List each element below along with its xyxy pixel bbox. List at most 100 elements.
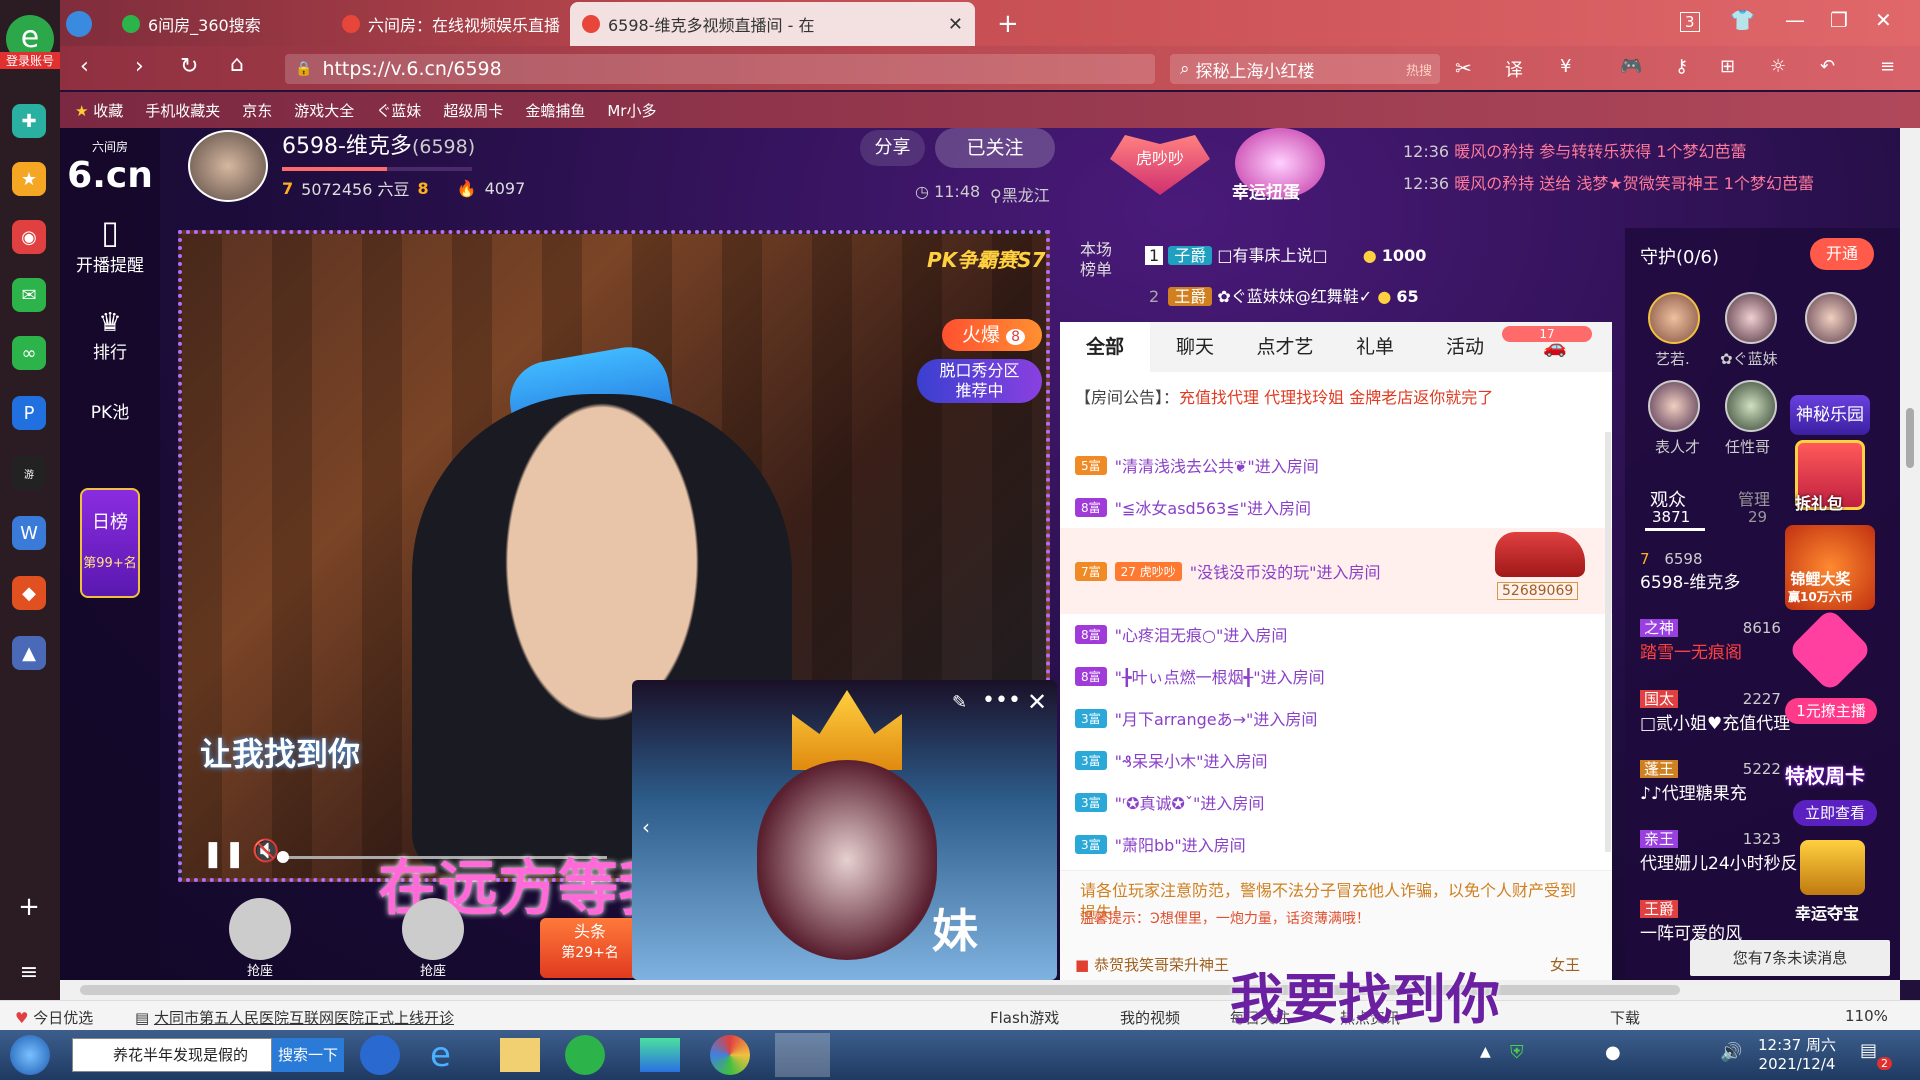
chat-message[interactable]: 7富 27 虎吵吵 "没钱没币没的玩"进入房间: [1075, 559, 1380, 583]
volume-icon[interactable]: 🔊: [1720, 1042, 1742, 1063]
mini-player[interactable]: 妹 ✎ ••• ✕ ‹: [632, 680, 1057, 980]
promo-koi[interactable]: 锦鲤大奖 赢10万六币: [1788, 570, 1853, 606]
page-scrollbar[interactable]: [1900, 128, 1920, 980]
penguin-icon[interactable]: ●: [1605, 1042, 1621, 1063]
toutiao-badge[interactable]: 头条 第29+名: [540, 918, 640, 978]
site-logo[interactable]: 六间房 6.cn: [60, 138, 160, 196]
chat-message[interactable]: 3富 "月下arrangeあ→"进入房间: [1075, 706, 1317, 730]
guard-avatar[interactable]: [1648, 380, 1700, 432]
guard-avatar[interactable]: [1725, 380, 1777, 432]
scissors-icon[interactable]: ✂: [1455, 56, 1472, 80]
guard-avatar[interactable]: [1805, 292, 1857, 344]
back-icon[interactable]: ‹: [80, 54, 89, 79]
nav-ranking[interactable]: ♛ 排行: [60, 308, 160, 363]
guard-avatar[interactable]: [1648, 292, 1700, 344]
today-picks[interactable]: ♥ 今日优选: [15, 1007, 93, 1028]
promo-gift[interactable]: 拆礼包: [1795, 490, 1843, 514]
follow-button[interactable]: 已关注: [935, 128, 1055, 168]
shirt-icon[interactable]: 👕: [1730, 8, 1755, 32]
chat-message[interactable]: 8富 "心疼泪无痕○"进入房间: [1075, 622, 1287, 646]
browser-taskbar-icon[interactable]: [565, 1035, 605, 1075]
chat-message[interactable]: 5富 "清清浅浅去公共❦"进入房间: [1075, 453, 1319, 477]
audience-row[interactable]: 之神 8616 踏雪一无痕阁: [1640, 617, 1781, 663]
tab-gifts[interactable]: 礼单: [1330, 322, 1420, 372]
active-app-icon[interactable]: [775, 1033, 830, 1077]
menu-icon[interactable]: ≡: [1880, 56, 1895, 77]
maximize-icon[interactable]: ❐: [1830, 8, 1848, 32]
doc-icon[interactable]: W: [12, 516, 46, 550]
guard-avatar[interactable]: [1725, 292, 1777, 344]
bookmark-4[interactable]: ぐ蓝妹: [376, 100, 421, 121]
bookmark-5[interactable]: 超级周卡: [443, 100, 503, 121]
tab-admin[interactable]: 管理: [1738, 486, 1770, 510]
streamer-avatar[interactable]: [188, 130, 268, 202]
game-icon[interactable]: 游: [12, 456, 46, 490]
notification-icon[interactable]: ▤ 2: [1860, 1040, 1892, 1070]
close-tab-icon[interactable]: ✕: [948, 14, 963, 35]
chat-message[interactable]: 3富 "₰呆呆小木"进入房间: [1075, 748, 1268, 772]
tab-chat[interactable]: 聊天: [1150, 322, 1240, 372]
taskbar-search-input[interactable]: 养花半年发现是假的: [72, 1038, 272, 1072]
clock[interactable]: 12:37 周六 2021/12/4: [1758, 1036, 1836, 1074]
chat-scrollbar[interactable]: [1605, 432, 1611, 852]
key-icon[interactable]: ⚷: [1675, 56, 1688, 77]
chrome-icon[interactable]: [710, 1035, 750, 1075]
weibo-icon[interactable]: ◉: [12, 220, 46, 254]
tab-6cn[interactable]: 六间房：在线视频娱乐直播平: [330, 2, 560, 46]
magic-icon[interactable]: ✎: [952, 692, 967, 713]
tab-room[interactable]: 6598-维克多视频直播间 - 在 ✕: [570, 2, 975, 46]
forward-icon[interactable]: ›: [135, 54, 144, 79]
player-icon[interactable]: [640, 1038, 680, 1072]
nav-pk[interactable]: PK池: [60, 398, 160, 423]
loop-icon[interactable]: ∞: [12, 336, 46, 370]
chat-message[interactable]: 3富 "萧阳bb"进入房间: [1075, 832, 1246, 856]
translate-icon[interactable]: 译: [1505, 56, 1523, 82]
zoom-level[interactable]: 110%: [1845, 1007, 1888, 1025]
leaderboard-row-1[interactable]: 1 子爵 □有事床上说□ ● 1000: [1145, 242, 1426, 266]
audience-row[interactable]: 7 6598 6598-维克多: [1640, 550, 1740, 593]
daily-rank-badge[interactable]: 日榜 第99+名: [80, 488, 140, 598]
bookmark-7[interactable]: Mr小多: [607, 100, 656, 121]
app-icon[interactable]: ◆: [12, 576, 46, 610]
car-icon[interactable]: 🚗 17: [1502, 322, 1600, 372]
bookmark-6[interactable]: 金蟾捕鱼: [525, 100, 585, 121]
leaderboard-title[interactable]: 本场榜单: [1080, 240, 1120, 280]
star-icon[interactable]: ★: [12, 162, 46, 196]
new-tab-button[interactable]: +: [985, 2, 1031, 46]
chat-message[interactable]: 8富 "≦冰女asd563≦"进入房间: [1075, 495, 1311, 519]
gamepad-icon[interactable]: 🎮: [1620, 56, 1642, 77]
tab-all[interactable]: 全部: [1060, 322, 1150, 372]
hot-badge[interactable]: 火爆 8: [942, 319, 1042, 351]
bookmark-0[interactable]: ★ 收藏: [75, 100, 123, 121]
ie-icon[interactable]: e: [430, 1035, 470, 1075]
more-icon[interactable]: •••: [982, 688, 1021, 713]
close-window-icon[interactable]: ✕: [1875, 8, 1892, 32]
add-icon[interactable]: +: [12, 890, 46, 924]
treasure-icon[interactable]: [1800, 840, 1865, 895]
bookmark-1[interactable]: 手机收藏夹: [145, 100, 220, 121]
search-input[interactable]: ⌕ 探秘上海小红楼 热搜: [1170, 54, 1440, 84]
taskbar-search-button[interactable]: 搜索一下: [272, 1038, 344, 1072]
minimize-icon[interactable]: —: [1785, 8, 1805, 32]
mute-icon[interactable]: 🔇: [252, 839, 279, 864]
privilege-view-button[interactable]: 立即查看: [1793, 800, 1877, 826]
undo-icon[interactable]: ↶: [1820, 56, 1835, 77]
promo-one-yuan[interactable]: 1元撩主播: [1785, 698, 1877, 724]
prev-icon[interactable]: ‹: [642, 815, 650, 839]
audience-row[interactable]: 亲王 1323 代理姗儿24小时秒反: [1640, 828, 1798, 874]
url-input[interactable]: 🔒 https://v.6.cn/6598: [285, 54, 1155, 84]
grid-icon[interactable]: ⊞: [1720, 56, 1735, 77]
promo-mystery[interactable]: 神秘乐园: [1790, 395, 1870, 435]
home-icon[interactable]: ⌂: [230, 52, 244, 77]
telegram-icon[interactable]: [66, 2, 102, 46]
k-app-icon[interactable]: [360, 1035, 400, 1075]
open-guard-button[interactable]: 开通: [1810, 238, 1874, 270]
menu-icon[interactable]: ≡: [12, 955, 46, 989]
status-videos[interactable]: 我的视频: [1120, 1007, 1180, 1028]
promo-privilege[interactable]: 特权周卡: [1785, 760, 1865, 789]
promo-treasure[interactable]: 幸运夺宝: [1795, 900, 1859, 924]
tab-activity[interactable]: 活动: [1420, 322, 1510, 372]
window-count[interactable]: 3: [1680, 12, 1700, 32]
news-ticker[interactable]: ▤ 大同市第五人民医院互联网医院正式上线开诊: [135, 1007, 454, 1028]
seat-2[interactable]: 抢座: [378, 898, 488, 980]
